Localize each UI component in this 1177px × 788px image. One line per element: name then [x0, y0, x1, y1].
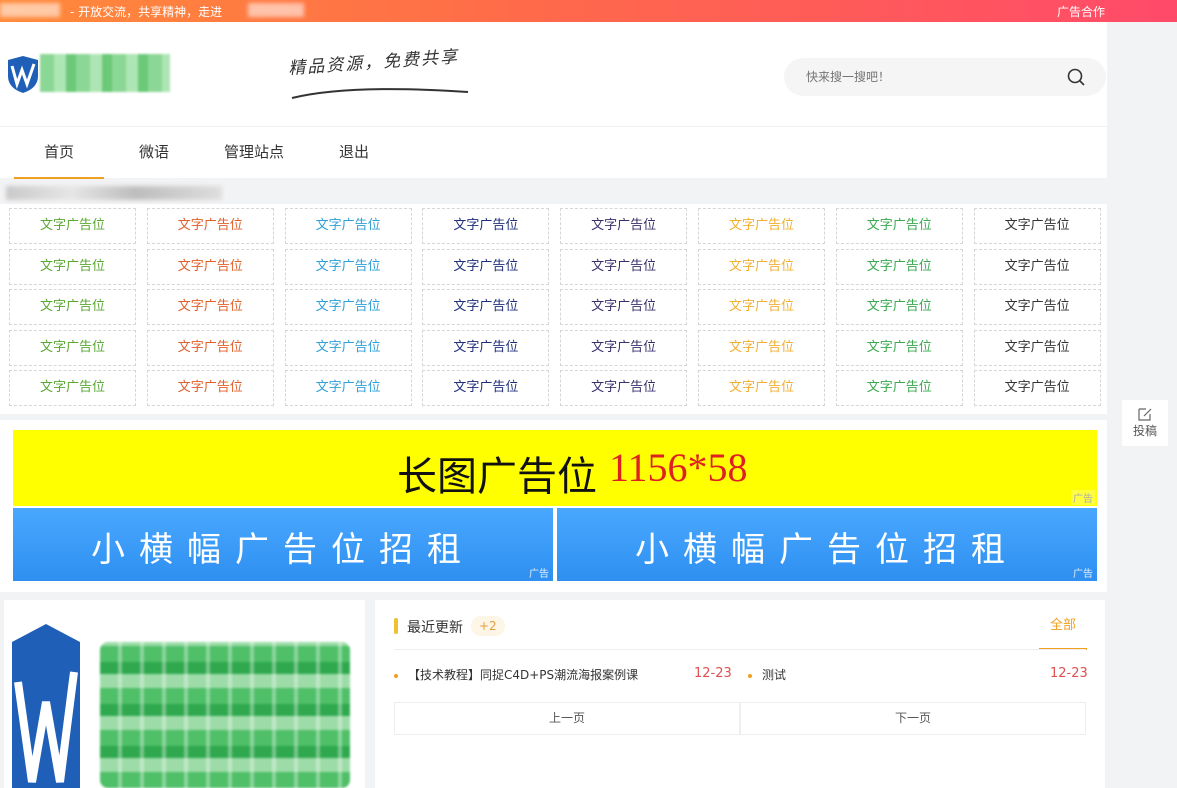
small-banner-left[interactable]: 小横幅广告位招租 广告: [13, 508, 553, 581]
blurred-logo-text: [40, 54, 170, 92]
small-banner-text: 小横幅广告位招租: [635, 530, 1019, 570]
post-link[interactable]: 测试: [748, 666, 786, 683]
text-ad-slot[interactable]: 文字广告位: [560, 289, 688, 325]
text-ad-slot[interactable]: 文字广告位: [146, 370, 274, 406]
bullet-dot-icon: [394, 673, 398, 678]
text-ad-slot[interactable]: 文字广告位: [9, 248, 136, 285]
recent-count-badge: +2: [471, 616, 505, 636]
tab-all[interactable]: 全部: [1039, 616, 1087, 650]
nav-item-home[interactable]: 首页: [14, 127, 104, 179]
text-ad-slot[interactable]: 文字广告位: [146, 289, 274, 325]
prev-page-button[interactable]: 上一页: [394, 702, 740, 735]
nav-item-logout[interactable]: 退出: [324, 127, 384, 179]
long-ad-banner[interactable]: 长图广告位 1156*58 广告: [13, 430, 1097, 506]
text-ad-slot[interactable]: 文字广告位: [146, 248, 274, 285]
text-ad-slot[interactable]: 文字广告位: [698, 329, 825, 366]
text-ad-slot[interactable]: 文字广告位: [9, 208, 136, 244]
text-ad-slot[interactable]: 文字广告位: [146, 329, 274, 366]
text-ad-slot[interactable]: 文字广告位: [9, 370, 136, 406]
banner-area: 长图广告位 1156*58 广告 小横幅广告位招租 广告 小横幅广告位招租 广告: [0, 420, 1107, 592]
text-ad-slot[interactable]: 文字广告位: [835, 329, 963, 366]
text-ad-slot[interactable]: 文字广告位: [973, 208, 1101, 244]
site-header: 精品资源，免费共享 首页 微语 管理站点 退出: [0, 22, 1107, 179]
long-ad-size: 1156*58: [609, 445, 748, 490]
blurred-featured-image: [100, 642, 350, 788]
search-input[interactable]: [806, 67, 1046, 87]
text-ad-slot[interactable]: 文字广告位: [422, 289, 550, 325]
ad-tag: 广告: [1073, 569, 1093, 580]
text-ad-slot[interactable]: 文字广告位: [9, 329, 136, 366]
text-ad-slot[interactable]: 文字广告位: [973, 370, 1101, 406]
text-ad-slot[interactable]: 文字广告位: [560, 248, 688, 285]
submit-post-button[interactable]: 投稿: [1122, 400, 1168, 446]
site-tagline: 精品资源，免费共享: [287, 47, 460, 79]
long-ad-title: 长图广告位: [397, 455, 597, 499]
logo-shield-icon[interactable]: [6, 54, 40, 94]
ad-cooperation-link[interactable]: 广告合作: [1057, 3, 1105, 20]
text-ad-slot[interactable]: 文字广告位: [560, 370, 688, 406]
section-marker: [394, 618, 398, 634]
post-date: 12-23: [694, 666, 732, 681]
text-ad-slot[interactable]: 文字广告位: [284, 370, 412, 406]
search-icon[interactable]: [1066, 67, 1086, 87]
brush-stroke-decoration: [291, 88, 469, 99]
edit-icon: [1138, 408, 1152, 421]
text-ad-slot[interactable]: 文字广告位: [422, 370, 550, 406]
nav-item-weiyu[interactable]: 微语: [124, 127, 184, 179]
text-ad-slot[interactable]: 文字广告位: [835, 208, 963, 244]
text-ad-slot[interactable]: 文字广告位: [835, 248, 963, 285]
featured-image-panel[interactable]: [4, 600, 365, 788]
blurred-site-name: [0, 3, 60, 17]
main-nav: 首页 微语 管理站点 退出: [0, 126, 1107, 179]
divider: [394, 649, 1086, 650]
ad-tag: 广告: [1071, 490, 1095, 505]
text-ad-slot[interactable]: 文字广告位: [422, 248, 550, 285]
text-ad-slot[interactable]: 文字广告位: [422, 208, 550, 244]
bullet-dot-icon: [748, 673, 752, 678]
post-date: 12-23: [1050, 666, 1088, 681]
text-ad-slot[interactable]: 文字广告位: [973, 289, 1101, 325]
text-ad-slot[interactable]: 文字广告位: [284, 248, 412, 285]
next-page-button[interactable]: 下一页: [740, 702, 1086, 735]
recent-title: 最近更新: [407, 620, 463, 636]
post-title: 【技术教程】同捉C4D+PS潮流海报案例课: [408, 668, 639, 682]
text-ad-slot[interactable]: 文字广告位: [560, 208, 688, 244]
text-ad-slot[interactable]: 文字广告位: [422, 329, 550, 366]
post-title: 测试: [762, 668, 787, 682]
text-ad-slot[interactable]: 文字广告位: [973, 248, 1101, 285]
text-ad-grid: 文字广告位 文字广告位 文字广告位 文字广告位 文字广告位 文字广告位 文字广告位 文字广告位…: [0, 204, 1107, 414]
text-ad-slot[interactable]: 文字广告位: [698, 289, 825, 325]
text-ad-slot[interactable]: 文字广告位: [835, 370, 963, 406]
text-ad-slot[interactable]: 文字广告位: [698, 370, 825, 406]
text-ad-slot[interactable]: 文字广告位: [284, 208, 412, 244]
top-slogan: - 开放交流，共享精神，走进: [70, 5, 223, 19]
search-box[interactable]: [784, 58, 1106, 96]
blurred-notice: [6, 186, 222, 200]
text-ad-slot[interactable]: 文字广告位: [146, 208, 274, 244]
big-logo-shield-icon: [12, 624, 80, 788]
text-ad-slot[interactable]: 文字广告位: [973, 329, 1101, 366]
text-ad-slot[interactable]: 文字广告位: [835, 289, 963, 325]
small-banner-right[interactable]: 小横幅广告位招租 广告: [557, 508, 1097, 581]
text-ad-slot[interactable]: 文字广告位: [698, 208, 825, 244]
text-ad-slot[interactable]: 文字广告位: [560, 329, 688, 366]
blurred-site-name-2: [248, 3, 304, 17]
submit-label: 投稿: [1132, 424, 1157, 438]
post-link[interactable]: 【技术教程】同捉C4D+PS潮流海报案例课: [394, 666, 638, 683]
text-ad-slot[interactable]: 文字广告位: [284, 289, 412, 325]
top-bar: - 开放交流，共享精神，走进 广告合作: [0, 0, 1177, 22]
text-ad-slot[interactable]: 文字广告位: [698, 248, 825, 285]
small-banner-text: 小横幅广告位招租: [91, 530, 475, 570]
text-ad-slot[interactable]: 文字广告位: [9, 289, 136, 325]
recent-updates-panel: 最近更新 +2 全部 【技术教程】同捉C4D+PS潮流海报案例课 12-23 测…: [375, 600, 1105, 788]
ad-tag: 广告: [529, 569, 549, 580]
nav-item-admin[interactable]: 管理站点: [214, 127, 294, 179]
text-ad-slot[interactable]: 文字广告位: [284, 329, 412, 366]
